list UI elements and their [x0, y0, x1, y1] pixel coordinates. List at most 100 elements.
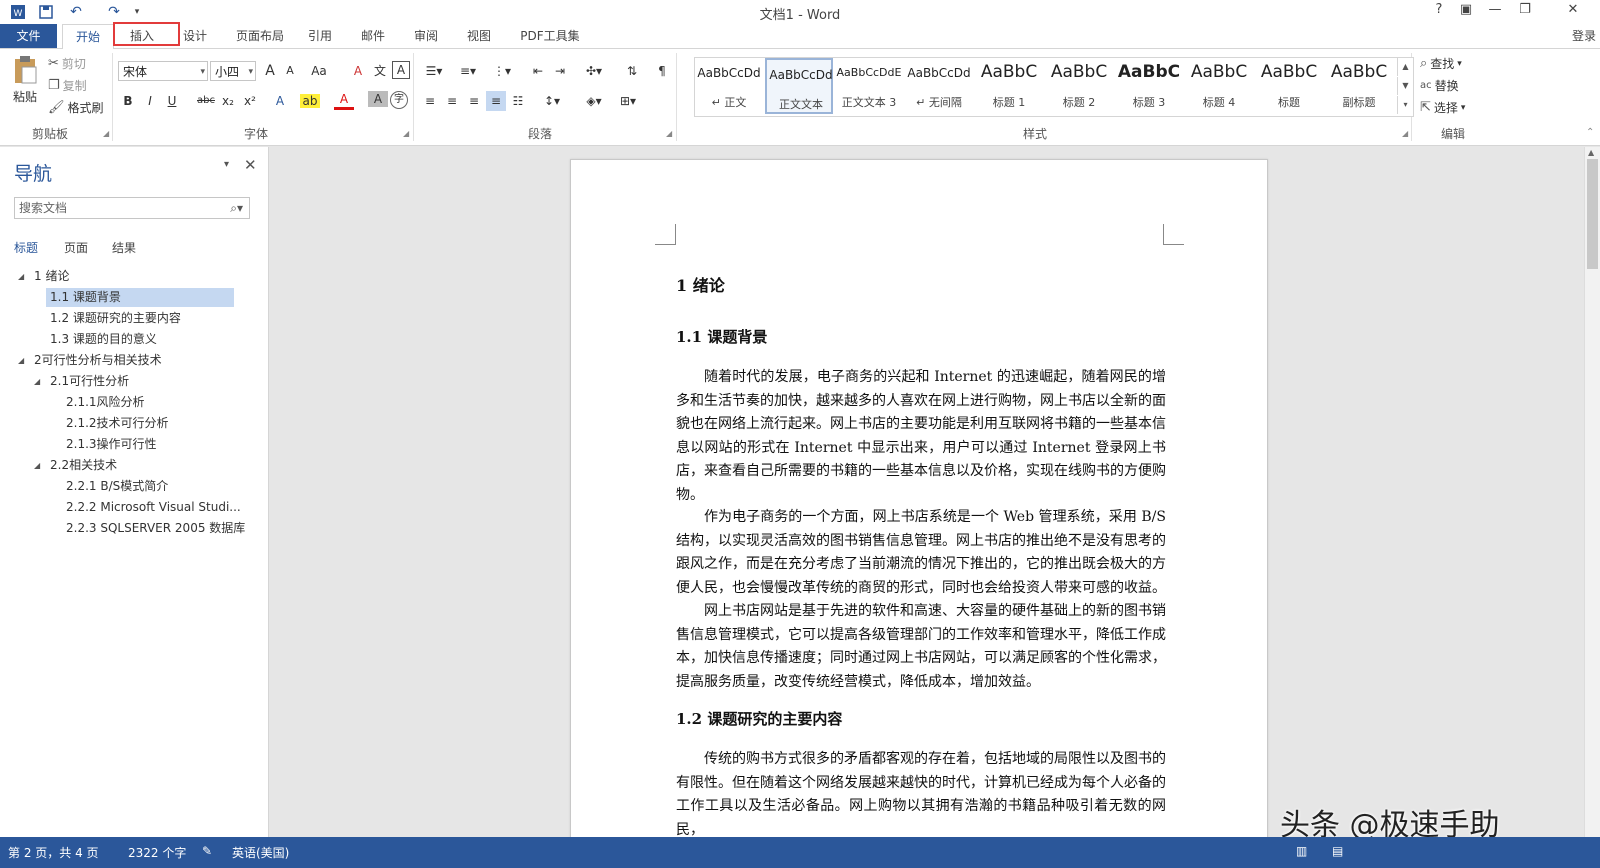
style-item[interactable]: AaBbCcDd ↵ 正文 — [695, 58, 763, 114]
gallery-more-icon[interactable]: ▾ — [1397, 96, 1413, 114]
italic-button[interactable]: I — [140, 91, 160, 111]
style-item[interactable]: AaBbC 标题 — [1255, 58, 1323, 114]
style-item[interactable]: AaBbCcDd 正文文本 — [765, 58, 833, 114]
borders-icon[interactable]: ⊞▾ — [614, 91, 642, 111]
copy-button[interactable]: ❐ 复制 — [48, 77, 87, 94]
language-status[interactable]: 英语(美国) — [232, 844, 289, 861]
nav-tab-results[interactable]: 结果 — [112, 239, 136, 256]
shrink-font-icon[interactable]: A — [280, 61, 300, 81]
underline-button[interactable]: U — [162, 91, 182, 111]
tab-file[interactable]: 文件 — [0, 24, 57, 48]
font-size-combo[interactable]: 小四 ▾ — [210, 61, 256, 81]
close-icon[interactable]: ✕ — [244, 156, 257, 174]
style-item[interactable]: AaBbCcDd ↵ 无间隔 — [905, 58, 973, 114]
close-icon[interactable]: ✕ — [1560, 2, 1586, 22]
collapse-triangle-icon[interactable]: ◢ — [18, 351, 24, 370]
search-icon[interactable]: ⌕▾ — [230, 198, 243, 218]
scroll-up-icon[interactable]: ▲ — [1588, 148, 1594, 157]
cut-button[interactable]: ✂ 剪切 — [48, 55, 86, 72]
print-layout-icon[interactable]: ▤ — [1332, 844, 1343, 858]
page-count-status[interactable]: 第 2 页，共 4 页 — [8, 844, 99, 861]
collapse-ribbon-icon[interactable]: ⌃ — [1586, 127, 1594, 138]
text-effects-icon[interactable]: A — [270, 91, 290, 111]
nav-options-icon[interactable]: ▾ — [224, 159, 229, 170]
minimize-icon[interactable]: — — [1482, 2, 1508, 22]
proofing-icon[interactable]: ✎ — [202, 844, 212, 858]
justify-icon[interactable]: ≡ — [486, 91, 506, 111]
style-item[interactable]: AaBbC 标题 2 — [1045, 58, 1113, 114]
replace-button[interactable]: ac 替换 — [1420, 77, 1459, 94]
distributed-icon[interactable]: ☷ — [508, 91, 528, 111]
tab-view[interactable]: 视图 — [457, 24, 501, 48]
clear-formatting-icon[interactable]: A — [348, 61, 368, 81]
bullets-icon[interactable]: ☰▾ — [420, 61, 448, 81]
nav-tab-headings[interactable]: 标题 — [14, 239, 38, 256]
format-painter-button[interactable]: 🖌 格式刷 — [48, 99, 104, 116]
help-icon[interactable]: ? — [1426, 2, 1452, 22]
nav-tree-item[interactable]: ◢ 2.1可行性分析 — [34, 372, 234, 391]
nav-tree-item[interactable]: 2.2.1 B/S模式简介 — [62, 477, 236, 496]
tab-layout[interactable]: 页面布局 — [228, 24, 292, 48]
nav-tree-item[interactable]: 2.1.2技术可行分析 — [62, 414, 236, 433]
style-item[interactable]: AaBbCcDdE 正文文本 3 — [835, 58, 903, 114]
multilevel-list-icon[interactable]: ⋮▾ — [488, 61, 516, 81]
style-item[interactable]: AaBbC 标题 3 — [1115, 58, 1183, 114]
highlight-icon[interactable]: ab — [300, 94, 320, 108]
show-marks-icon[interactable]: ¶ — [652, 61, 672, 81]
ribbon-display-options-icon[interactable]: ▣ — [1453, 2, 1479, 22]
style-item[interactable]: AaBbC 标题 4 — [1185, 58, 1253, 114]
nav-tree-item[interactable]: ◢ 1 绪论 — [18, 267, 238, 286]
paragraph-launcher-icon[interactable]: ◢ — [666, 129, 672, 138]
bold-button[interactable]: B — [118, 91, 138, 111]
collapse-triangle-icon[interactable]: ◢ — [18, 267, 24, 286]
tab-home[interactable]: 开始 — [62, 24, 114, 50]
superscript-button[interactable]: x² — [240, 91, 260, 111]
font-color-icon[interactable]: A — [334, 91, 354, 110]
align-left-icon[interactable]: ≡ — [420, 91, 440, 111]
style-item[interactable]: AaBbC 标题 1 — [975, 58, 1043, 114]
decrease-indent-icon[interactable]: ⇤ — [528, 61, 548, 81]
numbering-icon[interactable]: ≡▾ — [454, 61, 482, 81]
gallery-scroll-up-icon[interactable]: ▲ — [1397, 58, 1413, 76]
sort-icon[interactable]: ⇅ — [622, 61, 642, 81]
nav-tree-item[interactable]: 2.1.3操作可行性 — [62, 435, 236, 454]
font-launcher-icon[interactable]: ◢ — [403, 129, 409, 138]
clipboard-launcher-icon[interactable]: ◢ — [103, 129, 109, 138]
word-count-status[interactable]: 2322 个字 — [128, 844, 186, 861]
styles-launcher-icon[interactable]: ◢ — [1402, 129, 1408, 138]
enclose-characters-icon[interactable]: 字 — [390, 91, 408, 109]
subscript-button[interactable]: x₂ — [218, 91, 238, 111]
nav-tree-item[interactable]: 2.2.2 Microsoft Visual Studi... — [62, 498, 242, 517]
chinese-layout-icon[interactable]: ✣▾ — [580, 61, 608, 81]
document-page[interactable]: 1 绪论 1.1 课题背景 随着时代的发展，电子商务的兴起和 Internet … — [570, 159, 1268, 837]
nav-tree-item[interactable]: 2.2.3 SQLSERVER 2005 数据库 — [62, 519, 245, 538]
change-case-icon[interactable]: Aa — [306, 61, 332, 81]
select-button[interactable]: ⇱ 选择 ▾ — [1420, 99, 1465, 116]
collapse-triangle-icon[interactable]: ◢ — [34, 372, 40, 391]
scrollbar-thumb[interactable] — [1587, 159, 1598, 269]
line-spacing-icon[interactable]: ↕▾ — [538, 91, 566, 111]
nav-tree-item[interactable]: 1.3 课题的目的意义 — [46, 330, 236, 349]
read-mode-icon[interactable]: ▥ — [1296, 844, 1307, 858]
tab-review[interactable]: 审阅 — [404, 24, 448, 48]
tab-mailings[interactable]: 邮件 — [351, 24, 395, 48]
vertical-scrollbar[interactable]: ▲ — [1584, 147, 1600, 837]
find-button[interactable]: ⌕ 查找 ▾ — [1420, 55, 1462, 72]
align-right-icon[interactable]: ≡ — [464, 91, 484, 111]
tab-references[interactable]: 引用 — [298, 24, 342, 48]
nav-search-input[interactable]: 搜索文档 ⌕▾ — [14, 197, 250, 219]
style-item[interactable]: AaBbC 副标题 — [1325, 58, 1393, 114]
increase-indent-icon[interactable]: ⇥ — [550, 61, 570, 81]
character-shading-icon[interactable]: A — [368, 91, 388, 107]
restore-icon[interactable]: ❐ — [1512, 2, 1538, 22]
strikethrough-button[interactable]: abc — [194, 91, 218, 111]
character-border-icon[interactable]: A — [392, 61, 410, 79]
paste-button[interactable]: 粘贴 — [8, 55, 42, 105]
nav-tree-item[interactable]: 1.1 课题背景 — [46, 288, 234, 307]
nav-tree-item[interactable]: 1.2 课题研究的主要内容 — [46, 309, 236, 328]
nav-tree-item[interactable]: ◢ 2可行性分析与相关技术 — [18, 351, 238, 370]
login-link[interactable]: 登录 — [1572, 24, 1596, 48]
phonetic-guide-icon[interactable]: 文 — [370, 61, 390, 81]
shading-icon[interactable]: ◈▾ — [580, 91, 608, 111]
collapse-triangle-icon[interactable]: ◢ — [34, 456, 40, 475]
